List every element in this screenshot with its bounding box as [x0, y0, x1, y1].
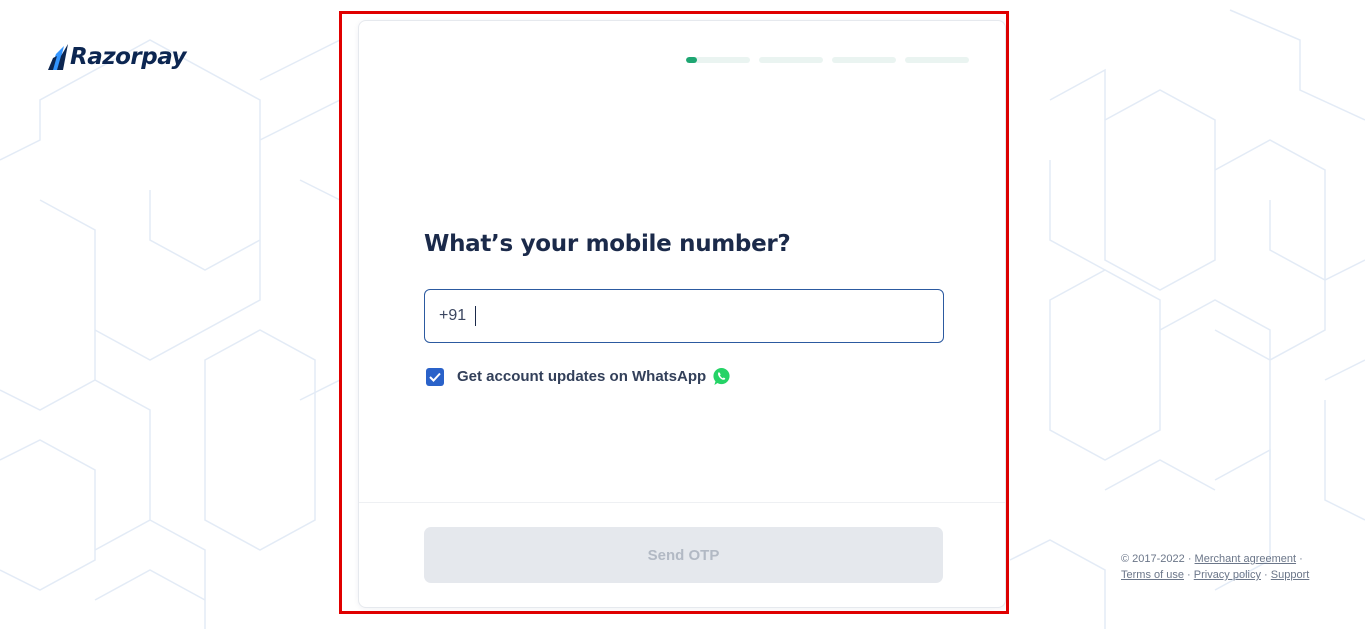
signup-card: What’s your mobile number? +91 Get accou…: [358, 20, 1006, 608]
razorpay-logo-icon: [48, 44, 68, 70]
legal-line-1: © 2017-2022 · Merchant agreement ·: [1121, 553, 1303, 565]
terms-of-use-link[interactable]: Terms of use: [1121, 569, 1184, 581]
page: Razorpay What’s your mobile number? +91 …: [0, 0, 1365, 629]
progress-fill: [686, 57, 697, 63]
progress-step-2: [759, 57, 823, 63]
support-link[interactable]: Support: [1271, 569, 1310, 581]
legal-footer: © 2017-2022 · Merchant agreement · Terms…: [1121, 551, 1309, 583]
mobile-number-field[interactable]: +91: [424, 289, 944, 343]
card-footer-divider: [359, 502, 1005, 503]
whatsapp-updates-option[interactable]: Get account updates on WhatsApp: [426, 367, 731, 386]
progress-step-1: [686, 57, 750, 63]
progress-step-3: [832, 57, 896, 63]
brand-name: Razorpay: [70, 44, 187, 70]
progress-step-4: [905, 57, 969, 63]
razorpay-logo[interactable]: Razorpay: [48, 44, 187, 70]
merchant-agreement-link[interactable]: Merchant agreement: [1195, 553, 1297, 565]
checkmark-icon: [429, 372, 441, 382]
send-otp-button[interactable]: Send OTP: [424, 527, 943, 583]
step-progress: [686, 57, 969, 63]
whatsapp-updates-checkbox[interactable]: [426, 367, 444, 386]
privacy-policy-link[interactable]: Privacy policy: [1194, 569, 1261, 581]
text-caret: [475, 306, 477, 326]
country-code: +91: [439, 307, 467, 324]
mobile-number-input[interactable]: [480, 296, 943, 336]
mobile-number-heading: What’s your mobile number?: [424, 231, 791, 257]
copyright-text: © 2017-2022: [1121, 553, 1185, 565]
whatsapp-updates-label[interactable]: Get account updates on WhatsApp: [457, 368, 706, 385]
legal-line-2: Terms of use · Privacy policy · Support: [1121, 569, 1310, 581]
whatsapp-icon: [713, 367, 730, 386]
